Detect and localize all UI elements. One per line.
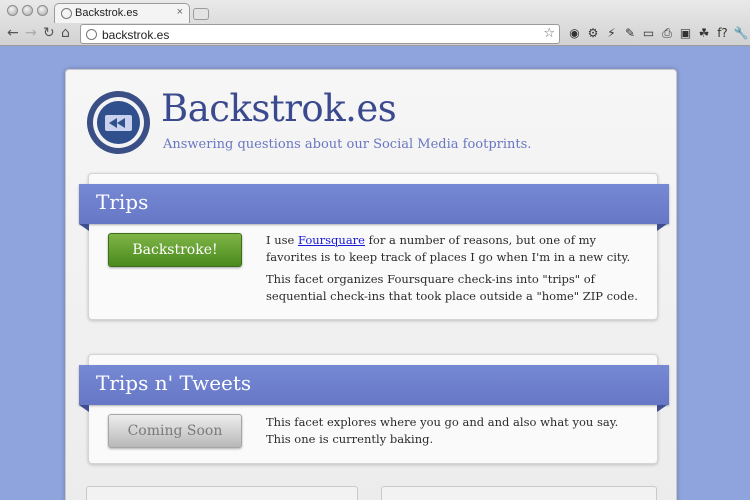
logo-icon: [87, 91, 150, 154]
reload-icon[interactable]: ↻: [43, 25, 55, 41]
gear-extension-icon[interactable]: ⚙: [586, 26, 601, 41]
window-resize-icon[interactable]: ▭: [641, 26, 656, 41]
wrench-icon[interactable]: 🔧: [734, 26, 749, 41]
function-icon[interactable]: f?: [715, 26, 730, 41]
backstroke-button[interactable]: Backstroke!: [108, 233, 242, 267]
site-tagline: Answering questions about our Social Med…: [163, 137, 532, 152]
section-trips: Trips Backstroke! I use Foursquare for a…: [79, 173, 669, 320]
coming-soon-button: Coming Soon: [108, 414, 242, 448]
section-banner: Trips n' Tweets: [79, 365, 669, 405]
new-tab-button[interactable]: [193, 8, 209, 20]
globe-icon: [86, 29, 97, 40]
print-icon[interactable]: ⎙: [660, 26, 675, 41]
minimize-window-button[interactable]: [22, 5, 33, 16]
back-arrow-icon[interactable]: ←: [7, 25, 19, 41]
tab-close-icon[interactable]: ×: [177, 6, 183, 18]
section-stub-right: [381, 486, 657, 500]
address-bar[interactable]: backstrok.es ☆: [80, 24, 560, 44]
section-trips-n-tweets: Trips n' Tweets Coming Soon This facet e…: [79, 354, 669, 464]
browser-chrome: Backstrok.es × ← → ↻ ⌂ backstrok.es ☆ ◉ ⚙…: [0, 0, 750, 46]
octocat-icon[interactable]: ◉: [567, 26, 582, 41]
address-url: backstrok.es: [102, 28, 170, 42]
section-stub-left: [86, 486, 358, 500]
browser-toolbar: ← → ↻ ⌂ backstrok.es ☆ ◉ ⚙ ⚡ ✎ ▭ ⎙ ▣ ☘ f? 🔧: [0, 22, 750, 46]
site-title: Backstrok.es: [161, 87, 397, 130]
bookmark-star-icon[interactable]: ☆: [543, 26, 555, 41]
android-icon[interactable]: ☘: [697, 26, 712, 41]
foursquare-link[interactable]: Foursquare: [298, 233, 365, 247]
close-window-button[interactable]: [7, 5, 18, 16]
package-icon[interactable]: ▣: [678, 26, 693, 41]
home-icon[interactable]: ⌂: [61, 25, 70, 41]
eyedropper-icon[interactable]: ✎: [623, 26, 638, 41]
section-description: This facet explores where you go and and…: [266, 415, 619, 446]
section-banner: Trips: [79, 184, 669, 224]
browser-tab[interactable]: Backstrok.es ×: [54, 3, 190, 23]
bolt-extension-icon[interactable]: ⚡: [604, 26, 619, 41]
rewind-icon: [105, 115, 132, 131]
section-title: Trips: [96, 190, 149, 214]
page-container: Backstrok.es Answering questions about o…: [65, 69, 677, 500]
globe-icon: [61, 8, 72, 19]
section-description: I use Foursquare for a number of reasons…: [266, 233, 638, 303]
title-bar: Backstrok.es ×: [0, 0, 750, 23]
forward-arrow-icon[interactable]: →: [25, 25, 37, 41]
zoom-window-button[interactable]: [37, 5, 48, 16]
tab-title: Backstrok.es: [75, 7, 138, 19]
section-title: Trips n' Tweets: [96, 371, 252, 395]
